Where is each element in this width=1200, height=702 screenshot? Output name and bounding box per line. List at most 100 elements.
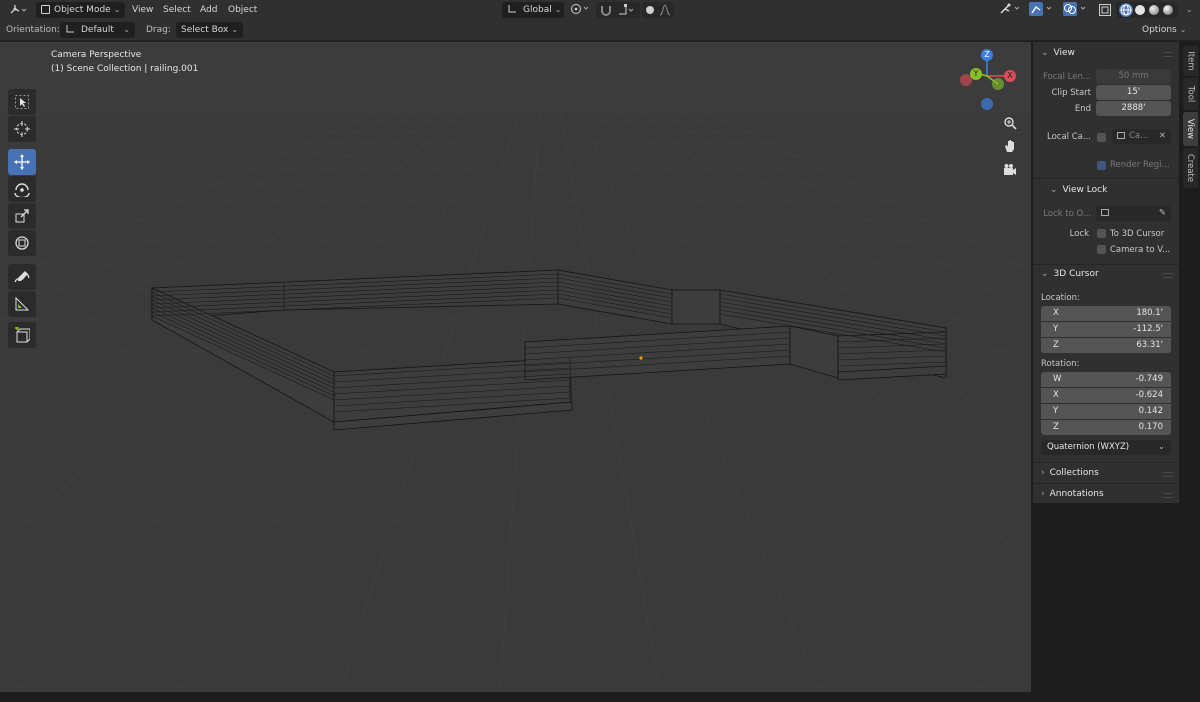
3d-viewport[interactable]: Z X Y Camera Perspective (1) Scene Colle… (0, 42, 1031, 692)
pivot-point-dropdown[interactable] (570, 2, 592, 18)
options-dropdown[interactable]: Options ⌄ (1142, 22, 1186, 38)
scale-tool[interactable] (8, 203, 36, 229)
railing-object[interactable] (151, 269, 947, 431)
annotate-icon (14, 271, 30, 283)
rotate-icon (14, 183, 30, 197)
rotate-tool[interactable] (8, 176, 36, 202)
annotations-panel-header[interactable]: › Annotations (1041, 489, 1104, 499)
axis-label: Z (1053, 340, 1059, 350)
local-camera-value: Ca... (1129, 131, 1149, 141)
material-shading-icon[interactable] (1149, 5, 1159, 15)
rotation-w-field[interactable]: W -0.749 (1041, 372, 1171, 387)
rendered-shading-icon[interactable] (1163, 5, 1173, 15)
z-axis-handle[interactable]: Z (981, 49, 993, 61)
tab-item[interactable]: Item (1183, 46, 1198, 76)
drag-dropdown[interactable]: Select Box ⌄ (176, 22, 244, 38)
render-region-checkbox[interactable] (1097, 161, 1106, 170)
3d-viewport-icon[interactable] (8, 3, 27, 17)
collections-title: Collections (1049, 468, 1099, 478)
tab-view-label: View (1185, 118, 1196, 140)
tab-create[interactable]: Create (1183, 148, 1198, 188)
pan-button[interactable] (999, 135, 1021, 157)
tab-create-label: Create (1185, 153, 1196, 183)
collections-panel-header[interactable]: › Collections (1041, 468, 1099, 478)
neg-z-axis-handle[interactable] (981, 98, 993, 110)
clear-icon[interactable]: ✕ (1159, 129, 1166, 144)
falloff-icon[interactable] (659, 4, 671, 16)
snap-target-icon[interactable] (618, 4, 634, 16)
location-x-field[interactable]: X 180.1' (1041, 306, 1171, 321)
menu-object[interactable]: Object (228, 2, 257, 18)
local-camera-checkbox[interactable] (1097, 133, 1106, 142)
proportional-editing-icon[interactable] (646, 6, 654, 14)
camera-to-view-checkbox[interactable] (1097, 245, 1106, 254)
tab-view[interactable]: View (1183, 112, 1198, 146)
view-lock-header[interactable]: ⌄ View Lock (1050, 185, 1107, 195)
x-axis-handle[interactable]: X (1004, 70, 1016, 82)
rotation-y-field[interactable]: Y 0.142 (1041, 404, 1171, 419)
view-lock-title: View Lock (1062, 185, 1108, 195)
clip-end-field[interactable]: 2888' (1096, 101, 1171, 116)
tab-tool[interactable]: Tool (1183, 78, 1198, 110)
panel-drag-handle[interactable] (1163, 472, 1173, 477)
rotation-mode-dropdown[interactable]: Quaternion (WXYZ) ⌄ (1041, 440, 1171, 455)
wireframe-shading-icon[interactable] (1119, 3, 1133, 17)
show-overlays-dropdown[interactable] (1028, 2, 1058, 18)
chevron-down-icon: ⌄ (554, 5, 562, 14)
proportional-group (642, 2, 674, 18)
location-y-field[interactable]: Y -112.5' (1041, 322, 1171, 337)
measure-tool[interactable] (8, 291, 36, 317)
select-box-tool[interactable] (8, 89, 36, 115)
neg-y-axis-handle[interactable] (992, 78, 1004, 90)
add-cube-tool[interactable] (8, 322, 36, 348)
cursor-icon (14, 121, 30, 137)
view-panel-header[interactable]: ⌄ View (1041, 48, 1075, 58)
orientation-global-label: Global (523, 5, 552, 15)
eyedropper-icon[interactable]: ✎ (1159, 206, 1166, 221)
snap-icon[interactable] (600, 4, 612, 16)
rotation-x-field[interactable]: X -0.624 (1041, 388, 1171, 403)
solid-shading-icon[interactable] (1135, 5, 1145, 15)
snap-group (596, 2, 640, 18)
menu-add[interactable]: Add (200, 2, 217, 18)
camera-view-button[interactable] (999, 159, 1021, 181)
orientation-label: Orientation: (6, 25, 60, 35)
menu-view[interactable]: View (132, 2, 153, 18)
rotation-z-field[interactable]: Z 0.170 (1041, 420, 1171, 435)
show-gizmo-dropdown[interactable] (999, 2, 1025, 18)
orientation-dropdown[interactable]: Default ⌄ (60, 22, 135, 38)
chevron-down-icon: ⌄ (1041, 269, 1049, 279)
axis-value: 0.170 (1138, 422, 1163, 432)
move-tool[interactable] (8, 149, 36, 175)
chevron-down-icon: ⌄ (1050, 185, 1058, 195)
xray-toggle-icon[interactable] (1098, 3, 1112, 17)
render-region-label: Render Regi... (1110, 160, 1170, 170)
panel-drag-handle[interactable] (1163, 273, 1173, 278)
location-z-field[interactable]: Z 63.31' (1041, 338, 1171, 353)
transform-tool[interactable] (8, 230, 36, 256)
annotations-title: Annotations (1049, 489, 1104, 499)
local-camera-field[interactable]: Ca... ✕ (1112, 129, 1171, 144)
menu-select[interactable]: Select (163, 2, 191, 18)
lock-to-3d-cursor-checkbox[interactable] (1097, 229, 1106, 238)
cursor-tool[interactable] (8, 116, 36, 142)
camera-object-icon (1117, 132, 1125, 139)
cursor-panel-header[interactable]: ⌄ 3D Cursor (1041, 269, 1099, 279)
panel-drag-handle[interactable] (1163, 52, 1173, 57)
annotate-tool[interactable] (8, 264, 36, 290)
panel-drag-handle[interactable] (1163, 493, 1173, 498)
mode-dropdown[interactable]: Object Mode ⌄ (36, 2, 126, 18)
axis-label: X (1053, 308, 1059, 318)
shading-options-dropdown[interactable]: ⌄ (1183, 2, 1193, 18)
chevron-right-icon: › (1041, 489, 1045, 499)
viewport-overlays-dropdown[interactable] (1062, 2, 1092, 18)
y-axis-handle[interactable]: Y (970, 68, 982, 80)
clip-start-field[interactable]: 15' (1096, 85, 1171, 100)
zoom-button[interactable] (999, 112, 1021, 134)
mode-label: Object Mode (54, 5, 111, 15)
divider (1033, 462, 1179, 463)
focal-length-field[interactable]: 50 mm (1096, 69, 1171, 84)
rotation-label: Rotation: (1041, 359, 1080, 369)
lock-to-object-field[interactable]: ✎ (1096, 206, 1171, 221)
transform-orientation-dropdown[interactable]: Global ⌄ (502, 2, 564, 18)
